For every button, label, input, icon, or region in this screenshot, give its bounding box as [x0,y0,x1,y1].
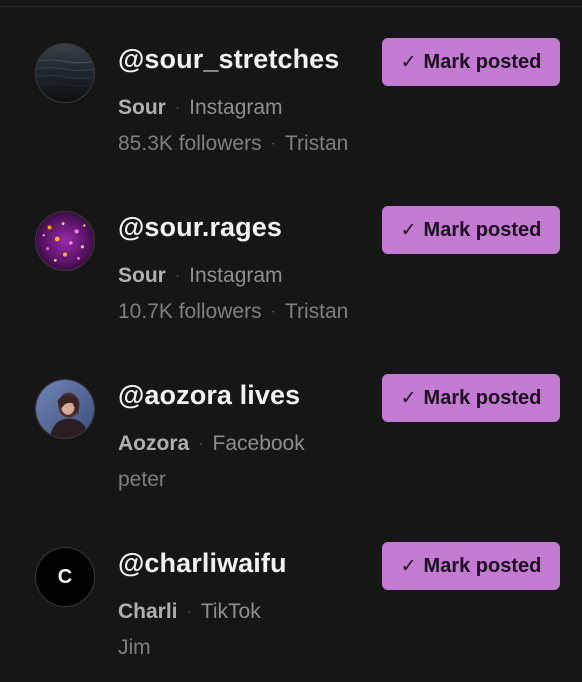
mark-posted-label: Mark posted [423,50,542,73]
brand-name: Sour [118,96,166,119]
brand-name: Sour [118,264,166,287]
account-meta: 85.3K followers · Tristan [118,132,348,156]
brand-platform: Aozora · Facebook [118,432,305,456]
mark-posted-button[interactable]: ✓ Mark posted [382,542,560,590]
avatar [35,43,95,103]
mark-posted-label: Mark posted [423,218,542,241]
mark-posted-label: Mark posted [423,554,542,577]
mark-posted-button[interactable]: ✓ Mark posted [382,38,560,86]
account-owner: Tristan [284,300,349,323]
account-owner: Jim [118,636,151,659]
glitter-photo-avatar-icon [36,212,94,270]
checkmark-icon: ✓ [400,219,417,241]
separator-dot: · [186,603,192,620]
letter-avatar-icon: C [36,548,94,606]
account-handle: @aozora lives [118,380,301,410]
separator-dot: · [270,303,276,320]
brand-platform: Charli · TikTok [118,600,261,624]
avatar [35,211,95,271]
account-handle: @charliwaifu [118,548,287,578]
avatar-letter: C [57,565,73,588]
list-item: @sour_stretches Sour · Instagram 85.3K fol… [0,0,582,168]
platform-name: TikTok [200,600,261,623]
account-handle: @sour.rages [118,212,282,242]
checkmark-icon: ✓ [400,51,417,73]
brand-platform: Sour · Instagram [118,264,283,288]
platform-name: Facebook [212,432,305,455]
checkmark-icon: ✓ [400,387,417,409]
list-item: @aozora lives Aozora · Facebook peter ✓ Mar… [0,336,582,504]
brand-name: Charli [118,600,178,623]
platform-name: Instagram [189,96,283,119]
person-photo-avatar-icon [36,380,94,438]
account-meta: 10.7K followers · Tristan [118,300,348,324]
account-meta: Jim [118,636,151,660]
account-owner: peter [118,468,166,491]
separator-dot: · [174,99,181,116]
checkmark-icon: ✓ [400,555,417,577]
water-photo-avatar-icon [36,44,94,102]
mark-posted-button[interactable]: ✓ Mark posted [382,206,560,254]
avatar: C [35,547,95,607]
separator-dot: · [198,435,204,452]
mark-posted-label: Mark posted [423,386,542,409]
separator-dot: · [270,135,276,152]
account-handle: @sour_stretches [118,44,340,74]
platform-name: Instagram [189,264,283,287]
brand-platform: Sour · Instagram [118,96,283,120]
account-owner: Tristan [284,132,349,155]
follower-count: 85.3K followers [118,132,262,155]
brand-name: Aozora [118,432,190,455]
mark-posted-button[interactable]: ✓ Mark posted [382,374,560,422]
separator-dot: · [174,267,181,284]
list-item: C @charliwaifu Charli · TikTok Jim ✓ Mark p… [0,504,582,672]
list-item: @sour.rages Sour · Instagram 10.7K followe… [0,168,582,336]
avatar [35,379,95,439]
follower-count: 10.7K followers [118,300,262,323]
account-meta: peter [118,468,166,492]
